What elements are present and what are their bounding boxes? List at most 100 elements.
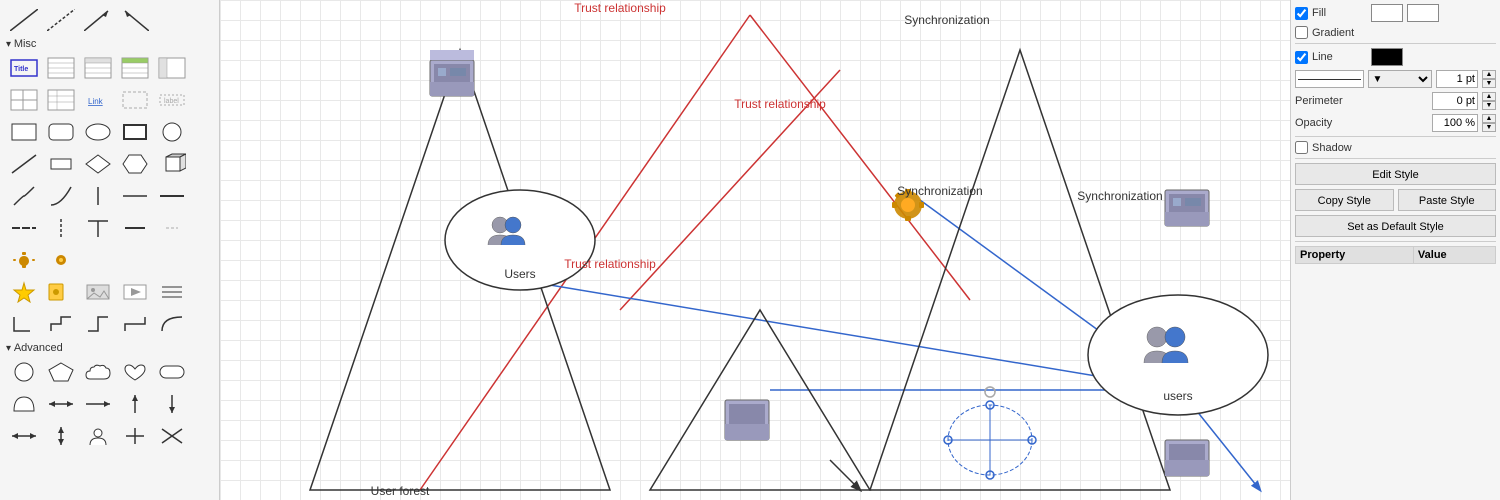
line-width-down[interactable]: ▼: [1482, 79, 1496, 88]
gradient-row: Gradient: [1295, 26, 1496, 39]
shape-s-curve[interactable]: [6, 182, 42, 210]
fill-checkbox[interactable]: [1295, 7, 1308, 20]
shape-label-box[interactable]: label: [154, 86, 190, 114]
left-sidebar: Misc Title Link label: [0, 0, 220, 500]
shape-pentagon[interactable]: [43, 358, 79, 386]
line-color-swatch[interactable]: [1371, 48, 1403, 66]
opacity-down[interactable]: ▼: [1482, 123, 1496, 132]
line-style-preview[interactable]: [1295, 70, 1364, 88]
svg-text:Link: Link: [88, 97, 104, 106]
shape-arrow-right[interactable]: [80, 6, 116, 34]
shape-arrow-up[interactable]: [117, 390, 153, 418]
shadow-label: Shadow: [1312, 142, 1367, 154]
shape-horizontal-line[interactable]: [117, 182, 153, 210]
shape-cross[interactable]: [154, 422, 190, 450]
shape-film[interactable]: [43, 278, 79, 306]
shape-small-grid-2[interactable]: [43, 86, 79, 114]
fill-color-swatch[interactable]: [1371, 4, 1403, 22]
shape-user[interactable]: [80, 422, 116, 450]
shape-diamond[interactable]: [80, 150, 116, 178]
shape-rectangle-rounded[interactable]: [43, 118, 79, 146]
opacity-input[interactable]: 100 %: [1432, 114, 1478, 132]
shape-list-1[interactable]: [43, 54, 79, 82]
shape-title[interactable]: Title: [6, 54, 42, 82]
basic-shapes-row-1: [2, 116, 217, 148]
shape-lines[interactable]: [154, 278, 190, 306]
shape-gear-2[interactable]: [43, 246, 79, 274]
perimeter-up[interactable]: ▲: [1482, 92, 1496, 101]
copy-style-button[interactable]: Copy Style: [1295, 189, 1394, 211]
shape-plus[interactable]: [117, 422, 153, 450]
shape-arrow-right-adv[interactable]: [80, 390, 116, 418]
gradient-checkbox[interactable]: [1295, 26, 1308, 39]
shape-small-grid-1[interactable]: [6, 86, 42, 114]
shape-double-arrow-h2[interactable]: [6, 422, 42, 450]
line-style-select[interactable]: ▼: [1368, 70, 1433, 88]
line-width-up[interactable]: ▲: [1482, 70, 1496, 79]
diagram-canvas[interactable]: Users users Trust relationship Trust rel…: [220, 0, 1290, 500]
opacity-label: Opacity: [1295, 117, 1350, 129]
opacity-up[interactable]: ▲: [1482, 114, 1496, 123]
shape-image[interactable]: [80, 278, 116, 306]
shape-play[interactable]: [117, 278, 153, 306]
shape-half-circle[interactable]: [6, 390, 42, 418]
perimeter-down[interactable]: ▼: [1482, 101, 1496, 110]
shape-circle[interactable]: [154, 118, 190, 146]
shape-angle[interactable]: [43, 182, 79, 210]
advanced-section-title[interactable]: Advanced: [2, 340, 217, 356]
shape-vertical-line[interactable]: [80, 182, 116, 210]
line-width-input[interactable]: 1 pt: [1436, 70, 1478, 88]
shape-rect-small[interactable]: [43, 150, 79, 178]
shape-cloud[interactable]: [80, 358, 116, 386]
shape-arrow-down[interactable]: [154, 390, 190, 418]
shape-step-2[interactable]: [80, 310, 116, 338]
shape-3d-cube[interactable]: [154, 150, 190, 178]
shape-long-dash[interactable]: [6, 214, 42, 242]
shape-list-3[interactable]: [154, 54, 190, 82]
shape-vert-dash[interactable]: [43, 214, 79, 242]
shape-heart[interactable]: [117, 358, 153, 386]
shape-link[interactable]: Link: [80, 86, 116, 114]
fill-style-box[interactable]: [1407, 4, 1439, 22]
svg-text:Title: Title: [14, 66, 28, 73]
shape-rounded-rect-adv[interactable]: [154, 358, 190, 386]
shape-mid-dash[interactable]: [117, 214, 153, 242]
sync-2: Synchronization: [897, 184, 982, 198]
set-default-button[interactable]: Set as Default Style: [1295, 215, 1496, 237]
shape-line-diag[interactable]: [6, 150, 42, 178]
users-lower-label: users: [1163, 389, 1192, 403]
shape-tee[interactable]: [80, 214, 116, 242]
line-label: Line: [1312, 51, 1367, 63]
shape-l-shape[interactable]: [6, 310, 42, 338]
shape-double-arrow-v[interactable]: [43, 422, 79, 450]
shape-hexagon[interactable]: [117, 150, 153, 178]
shape-dashed-line[interactable]: [43, 6, 79, 34]
shape-step[interactable]: [43, 310, 79, 338]
right-panel: Fill Gradient Line ▼ 1 pt ▲ ▼ Perimeter …: [1290, 0, 1500, 500]
shape-circle-adv[interactable]: [6, 358, 42, 386]
shape-double-arrow-h[interactable]: [43, 390, 79, 418]
shape-diagonal-line[interactable]: [6, 6, 42, 34]
shape-rectangle-thin[interactable]: [6, 118, 42, 146]
shape-dashed-rect[interactable]: [117, 86, 153, 114]
shape-list-green[interactable]: [117, 54, 153, 82]
shape-list-2[interactable]: [80, 54, 116, 82]
edit-style-button[interactable]: Edit Style: [1295, 163, 1496, 185]
shape-horizontal-line-2[interactable]: [154, 182, 190, 210]
copy-paste-style-row: Copy Style Paste Style: [1295, 189, 1496, 211]
paste-style-button[interactable]: Paste Style: [1398, 189, 1497, 211]
misc-section-title[interactable]: Misc: [2, 36, 217, 52]
line-checkbox[interactable]: [1295, 51, 1308, 64]
perimeter-input[interactable]: 0 pt: [1432, 92, 1478, 110]
trust-rel-1: Trust relationship: [574, 1, 666, 15]
shape-end-dash[interactable]: [154, 214, 190, 242]
shape-star[interactable]: [6, 278, 42, 306]
shape-arrow-left[interactable]: [117, 6, 153, 34]
shape-curve-2[interactable]: [154, 310, 190, 338]
shape-rectangle-thick[interactable]: [117, 118, 153, 146]
shape-ellipse[interactable]: [80, 118, 116, 146]
shape-s-step[interactable]: [117, 310, 153, 338]
shadow-checkbox[interactable]: [1295, 141, 1308, 154]
shape-gear-1[interactable]: [6, 246, 42, 274]
fill-row: Fill: [1295, 4, 1496, 22]
